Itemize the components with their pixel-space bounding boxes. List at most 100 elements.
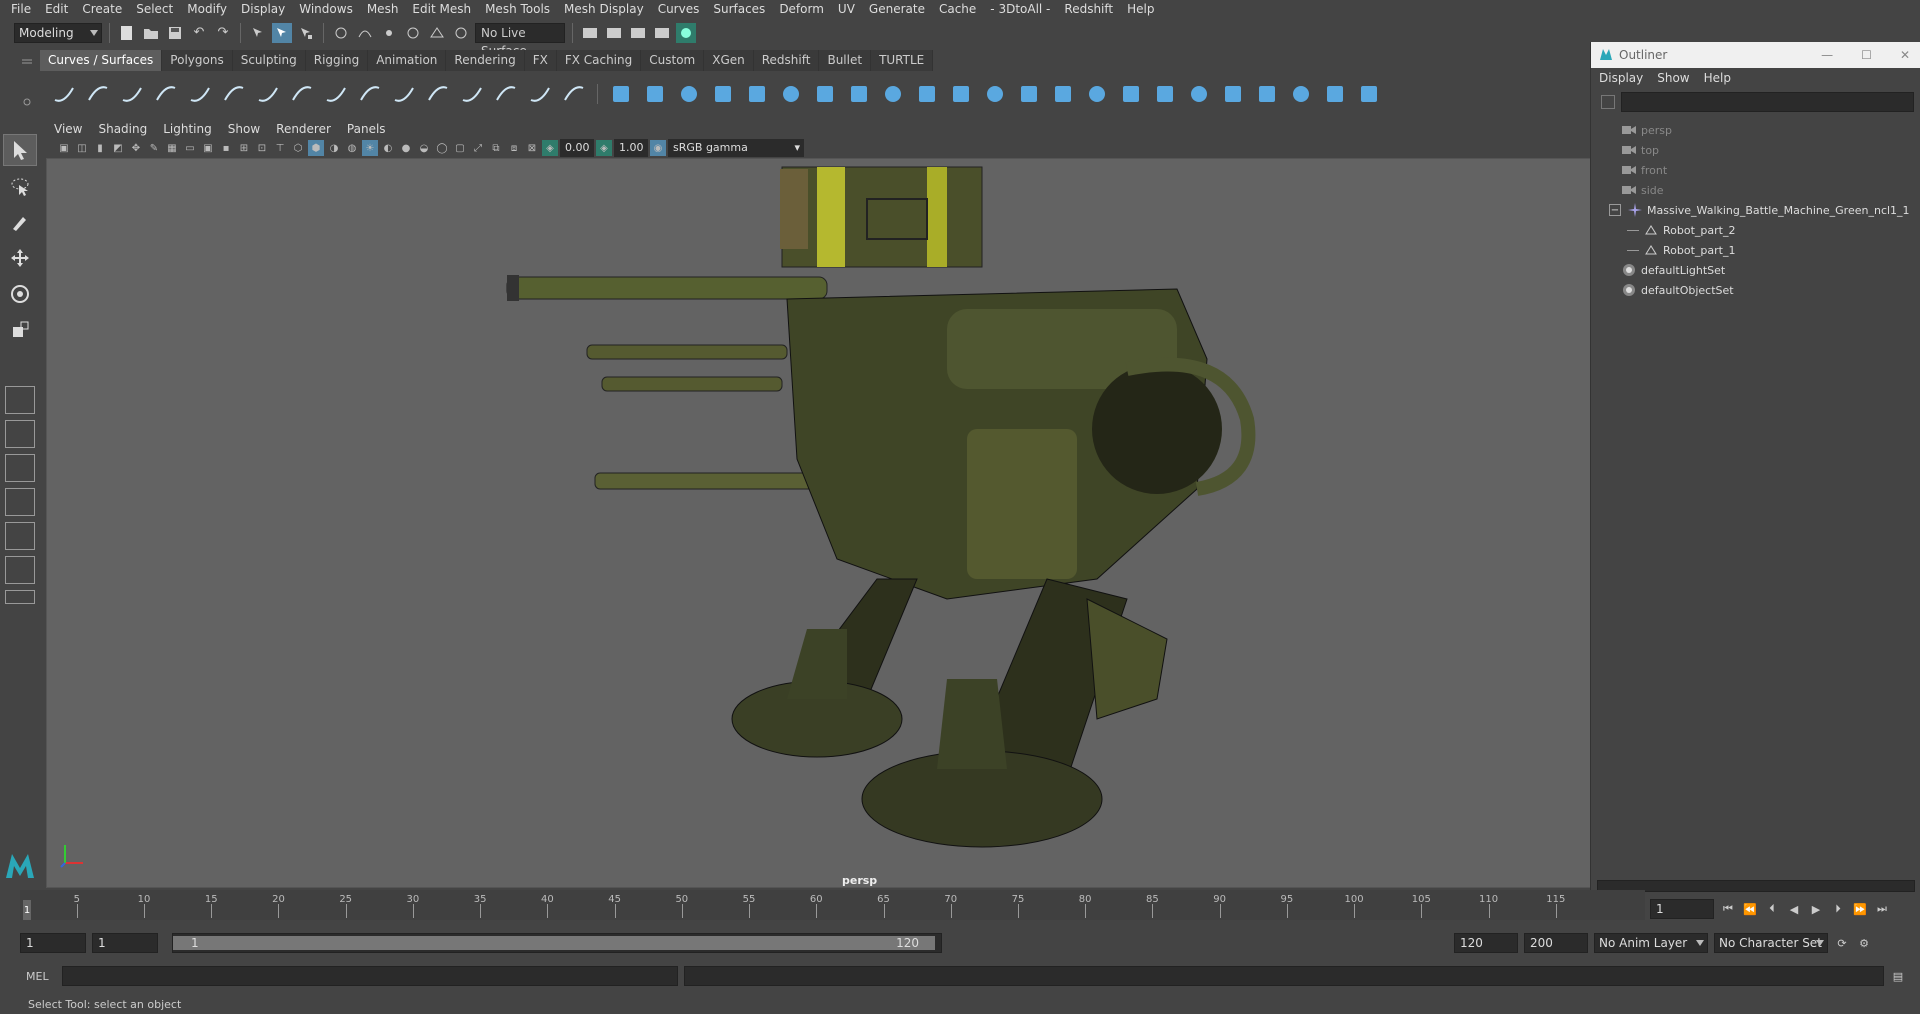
minimize-icon[interactable]: —: [1821, 48, 1833, 62]
nurbs-circle-icon[interactable]: [50, 80, 78, 108]
ipr-render-icon[interactable]: [628, 23, 648, 43]
outliner-item[interactable]: − Massive_Walking_Battle_Machine_Green_nc…: [1591, 200, 1920, 220]
resolution-gate-icon[interactable]: ▣: [200, 140, 216, 156]
insert-knot-icon[interactable]: [560, 80, 588, 108]
auto-key-icon[interactable]: ⟳: [1834, 935, 1850, 951]
animation-start-field[interactable]: 1: [20, 933, 86, 953]
menu-create[interactable]: Create: [75, 0, 129, 19]
wireframe-on-shaded-icon[interactable]: ◑: [326, 140, 342, 156]
bevel-plus-icon[interactable]: [947, 80, 975, 108]
curve-rebuild-icon[interactable]: [458, 80, 486, 108]
menu-help[interactable]: Help: [1120, 0, 1161, 19]
select-component-icon[interactable]: [296, 23, 316, 43]
xray-icon[interactable]: ⧉: [488, 140, 504, 156]
exposure-icon[interactable]: ◈: [542, 140, 558, 156]
viewport-menu-lighting[interactable]: Lighting: [155, 122, 220, 136]
menu-file[interactable]: File: [4, 0, 38, 19]
outliner-menu-help[interactable]: Help: [1704, 71, 1731, 85]
step-forward-frame-icon[interactable]: ⏵: [1830, 901, 1846, 917]
perspective-viewport[interactable]: persp: [46, 158, 1591, 888]
color-management-icon[interactable]: ◉: [650, 140, 666, 156]
time-slider-track[interactable]: 1 5 10 15 20 25 30 35 40 45 50 55 60 65 70 75 80 85 90 95 1…: [20, 890, 1645, 920]
grease-pencil-icon[interactable]: ✎: [146, 140, 162, 156]
stitch-edges-icon[interactable]: [1355, 80, 1383, 108]
shelf-tab-polygons[interactable]: Polygons: [162, 50, 233, 71]
outliner-menu-display[interactable]: Display: [1599, 71, 1643, 85]
intersect-surfaces-icon[interactable]: [1117, 80, 1145, 108]
birail-icon[interactable]: [981, 80, 1009, 108]
outliner-item[interactable]: side: [1591, 180, 1920, 200]
shelf-tab-redshift[interactable]: Redshift: [753, 50, 820, 71]
shelf-tab-turtle[interactable]: TURTLE: [871, 50, 934, 71]
menu-cache[interactable]: Cache: [932, 0, 983, 19]
open-scene-icon[interactable]: [141, 23, 161, 43]
project-curve-icon[interactable]: [1083, 80, 1111, 108]
command-input[interactable]: [62, 966, 678, 986]
outliner-item[interactable]: defaultObjectSet: [1591, 280, 1920, 300]
new-scene-icon[interactable]: [117, 23, 137, 43]
menu-3dtoall[interactable]: - 3DtoAll -: [983, 0, 1057, 19]
2d-pan-zoom-icon[interactable]: ✥: [128, 140, 144, 156]
close-icon[interactable]: ✕: [1900, 48, 1910, 62]
grid-icon[interactable]: ▦: [164, 140, 180, 156]
select-tool-icon[interactable]: [3, 134, 37, 166]
outliner-item[interactable]: top: [1591, 140, 1920, 160]
shelf-tab-curves-surfaces[interactable]: Curves / Surfaces: [40, 50, 163, 71]
shelf-tab-fx[interactable]: FX: [524, 50, 557, 71]
arc-curve-icon[interactable]: [254, 80, 282, 108]
rotate-tool-icon[interactable]: [3, 278, 37, 310]
ep-curve-icon[interactable]: [152, 80, 180, 108]
shelf-tab-fx-caching[interactable]: FX Caching: [556, 50, 642, 71]
save-scene-icon[interactable]: [165, 23, 185, 43]
screen-space-ao-icon[interactable]: ●: [398, 140, 414, 156]
menu-mesh-tools[interactable]: Mesh Tools: [478, 0, 557, 19]
bezier-curve-icon[interactable]: [220, 80, 248, 108]
menu-curves[interactable]: Curves: [651, 0, 707, 19]
nurbs-square-icon[interactable]: [84, 80, 112, 108]
live-surface-icon[interactable]: [451, 23, 471, 43]
menu-mesh-display[interactable]: Mesh Display: [557, 0, 651, 19]
detach-surfaces-icon[interactable]: [1253, 80, 1281, 108]
snap-surface-icon[interactable]: [427, 23, 447, 43]
outliner-search-input[interactable]: [1621, 92, 1914, 112]
playback-end-field[interactable]: 120: [1454, 933, 1518, 953]
untrim-icon[interactable]: [1185, 80, 1213, 108]
time-slider[interactable]: 1 5 10 15 20 25 30 35 40 45 50 55 60 65 70 75 80 85 90 95 1…: [20, 890, 1645, 922]
menu-uv[interactable]: UV: [831, 0, 862, 19]
planar-icon[interactable]: [879, 80, 907, 108]
menu-surfaces[interactable]: Surfaces: [706, 0, 772, 19]
extrude-icon[interactable]: [913, 80, 941, 108]
curve-intersect-icon[interactable]: [288, 80, 316, 108]
go-to-start-icon[interactable]: ⏮: [1720, 901, 1736, 917]
camera-attributes-icon[interactable]: ◫: [74, 140, 90, 156]
shelf-tab-bullet[interactable]: Bullet: [819, 50, 872, 71]
attach-surfaces-icon[interactable]: [1219, 80, 1247, 108]
menu-edit[interactable]: Edit: [38, 0, 75, 19]
select-object-icon[interactable]: [272, 22, 292, 43]
trim-tool-icon[interactable]: [1151, 80, 1179, 108]
shelf-grip[interactable]: [20, 52, 34, 112]
range-slider-fill[interactable]: [173, 936, 936, 950]
exposure-field[interactable]: 0.00: [560, 139, 594, 157]
rebuild-surface-icon[interactable]: [1287, 80, 1315, 108]
film-gate-icon[interactable]: ▭: [182, 140, 198, 156]
gamma-field[interactable]: 1.00: [614, 139, 648, 157]
playback-start-field[interactable]: 1: [92, 933, 158, 953]
viewport-menu-view[interactable]: View: [46, 122, 90, 136]
use-all-lights-icon[interactable]: ☀: [362, 140, 378, 156]
render-sequence-icon[interactable]: [604, 23, 624, 43]
step-back-frame-icon[interactable]: ⏴: [1764, 901, 1780, 917]
shadows-icon[interactable]: ◐: [380, 140, 396, 156]
redo-icon[interactable]: ↷: [213, 23, 233, 43]
outliner-menu-show[interactable]: Show: [1657, 71, 1689, 85]
snap-grid-icon[interactable]: [331, 23, 351, 43]
menu-generate[interactable]: Generate: [862, 0, 932, 19]
boundary-icon[interactable]: [1015, 80, 1043, 108]
single-pane-layout-icon[interactable]: [5, 386, 35, 414]
shelf-tab-custom[interactable]: Custom: [641, 50, 705, 71]
shelf-tab-animation[interactable]: Animation: [368, 50, 447, 71]
command-language-label[interactable]: MEL: [26, 970, 56, 983]
isolate-select-icon[interactable]: ⤢: [470, 140, 486, 156]
persp-uv-layout-icon[interactable]: [5, 556, 35, 584]
bookmark-icon[interactable]: ▮: [92, 140, 108, 156]
